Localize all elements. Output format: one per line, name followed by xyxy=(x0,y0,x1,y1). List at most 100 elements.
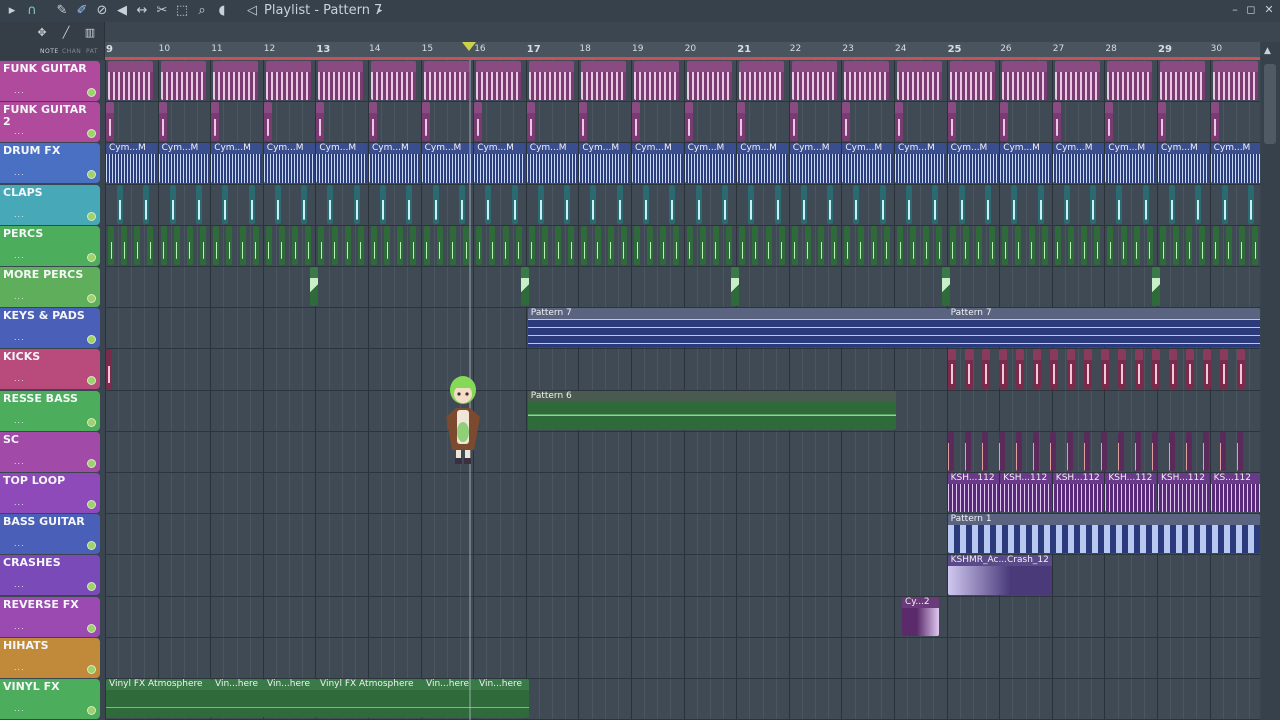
top-loop-clip[interactable]: KS...112 xyxy=(1210,473,1260,513)
funk-guitar2-clip[interactable] xyxy=(1158,102,1166,142)
track-header[interactable]: PERCS... xyxy=(0,225,100,266)
scroll-up-icon[interactable]: ▲ xyxy=(1264,46,1271,56)
perc-clip[interactable] xyxy=(1225,225,1232,265)
keys-pattern-clip[interactable]: Pattern 7 xyxy=(947,308,1260,348)
kick-clip[interactable] xyxy=(1032,349,1041,389)
kick-clip[interactable] xyxy=(1134,349,1143,389)
perc-clip[interactable] xyxy=(726,225,733,265)
funk-guitar-clip[interactable] xyxy=(791,61,837,101)
kick-clip[interactable] xyxy=(998,349,1007,389)
sidechain-clip[interactable] xyxy=(1117,431,1124,471)
clap-clip[interactable] xyxy=(643,184,649,224)
perc-clip[interactable] xyxy=(818,225,825,265)
perc-clip[interactable] xyxy=(686,225,693,265)
funk-guitar-clip[interactable] xyxy=(160,61,206,101)
slip-icon[interactable]: ↔ xyxy=(134,3,150,19)
more-perc-clip[interactable] xyxy=(1152,267,1160,307)
perc-clip[interactable] xyxy=(200,225,207,265)
track-header[interactable]: VINYL FX... xyxy=(0,679,100,719)
track-mute-led-icon[interactable] xyxy=(87,170,96,180)
track-options-dots[interactable]: ... xyxy=(14,86,25,95)
perc-clip[interactable] xyxy=(1002,225,1009,265)
clap-clip[interactable] xyxy=(616,184,623,224)
perc-clip[interactable] xyxy=(568,225,575,265)
clap-clip[interactable] xyxy=(327,184,334,224)
perc-clip[interactable] xyxy=(1133,225,1140,265)
perc-clip[interactable] xyxy=(831,225,838,265)
perc-clip[interactable] xyxy=(1160,225,1166,265)
funk-guitar-clip[interactable] xyxy=(897,61,942,101)
funk-guitar2-clip[interactable] xyxy=(947,102,956,142)
clap-clip[interactable] xyxy=(432,184,439,224)
funk-guitar2-clip[interactable] xyxy=(263,102,272,142)
sidechain-clip[interactable] xyxy=(1134,431,1141,471)
vinyl-fx-clip[interactable]: Vin...here xyxy=(264,679,317,719)
track-header[interactable]: DRUM FX... xyxy=(0,143,100,184)
sidechain-clip[interactable] xyxy=(1219,431,1226,471)
track-header[interactable]: SC... xyxy=(0,431,100,472)
funk-guitar-clip[interactable] xyxy=(371,61,416,101)
horizontal-scroll-bar[interactable] xyxy=(0,22,1280,60)
perc-clip[interactable] xyxy=(897,225,903,265)
clap-clip[interactable] xyxy=(195,184,202,224)
track-options-dots[interactable]: ... xyxy=(14,168,25,177)
perc-clip[interactable] xyxy=(1186,225,1193,265)
clap-clip[interactable] xyxy=(695,184,702,224)
keys-pattern-clip[interactable]: Pattern 7 xyxy=(527,308,948,348)
clap-clip[interactable] xyxy=(248,184,255,224)
perc-clip[interactable] xyxy=(357,225,364,265)
perc-clip[interactable] xyxy=(804,225,811,265)
kick-clip[interactable] xyxy=(1151,349,1160,389)
perc-clip[interactable] xyxy=(712,225,719,265)
drum-fx-clip[interactable]: Cym...M xyxy=(369,143,420,183)
funk-guitar2-clip[interactable] xyxy=(211,102,220,142)
perc-clip[interactable] xyxy=(344,225,351,265)
perc-clip[interactable] xyxy=(410,225,417,265)
perc-clip[interactable] xyxy=(423,225,430,265)
pat-label[interactable]: PAT xyxy=(86,48,98,55)
note-label[interactable]: NOTE xyxy=(40,48,59,55)
perc-clip[interactable] xyxy=(936,225,943,265)
pencil-icon[interactable]: ✎ xyxy=(54,3,70,19)
funk-guitar-clip[interactable] xyxy=(1054,61,1100,101)
snap-icon[interactable]: ✥ xyxy=(34,25,50,41)
perc-clip[interactable] xyxy=(331,225,338,265)
perc-clip[interactable] xyxy=(1107,225,1114,265)
clap-clip[interactable] xyxy=(485,184,492,224)
drum-fx-clip[interactable]: Cym...M xyxy=(1158,143,1209,183)
funk-guitar-clip[interactable] xyxy=(949,61,995,101)
clap-clip[interactable] xyxy=(1090,184,1097,224)
kick-clip[interactable] xyxy=(1202,349,1211,389)
vinyl-fx-clip[interactable]: Vinyl FX Atmosphere xyxy=(106,679,212,719)
more-perc-clip[interactable] xyxy=(731,267,740,307)
clap-clip[interactable] xyxy=(274,184,281,224)
perc-clip[interactable] xyxy=(923,225,930,265)
track-mute-led-icon[interactable] xyxy=(87,88,96,97)
funk-guitar-clip[interactable] xyxy=(213,61,259,101)
sidechain-clip[interactable] xyxy=(1083,431,1090,471)
drum-fx-clip[interactable]: Cym...M xyxy=(895,143,946,183)
kick-clip[interactable] xyxy=(106,349,112,389)
track-options-dots[interactable]: ... xyxy=(14,416,25,425)
playhead-marker-icon[interactable] xyxy=(462,42,476,51)
reverse-fx-clip[interactable]: Cy...2 xyxy=(902,596,939,636)
close-icon[interactable]: ✕ xyxy=(1262,3,1276,17)
perc-clip[interactable] xyxy=(844,225,851,265)
perc-clip[interactable] xyxy=(213,225,220,265)
zoom-icon[interactable]: ⌕ xyxy=(194,3,210,19)
more-perc-clip[interactable] xyxy=(310,267,319,307)
perc-clip[interactable] xyxy=(134,225,141,265)
perc-clip[interactable] xyxy=(857,225,864,265)
perc-clip[interactable] xyxy=(765,225,772,265)
sidechain-clip[interactable] xyxy=(1032,431,1039,471)
kick-clip[interactable] xyxy=(981,349,990,389)
perc-clip[interactable] xyxy=(607,225,614,265)
clap-clip[interactable] xyxy=(1011,184,1018,224)
track-options-dots[interactable]: ... xyxy=(14,539,25,548)
funk-guitar-clip[interactable] xyxy=(581,61,627,101)
funk-guitar-clip[interactable] xyxy=(1002,61,1048,101)
funk-guitar-clip[interactable] xyxy=(1212,61,1258,101)
perc-clip[interactable] xyxy=(384,225,391,265)
perc-clip[interactable] xyxy=(1081,225,1088,265)
perc-clip[interactable] xyxy=(121,225,128,265)
